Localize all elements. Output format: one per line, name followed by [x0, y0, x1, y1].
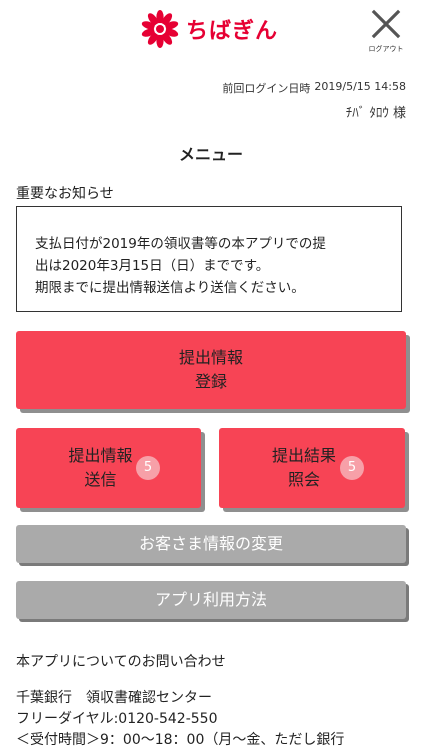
user-name: ﾁﾊﾞ ﾀﾛｳ 様	[345, 106, 406, 121]
logo-text: ちばぎん	[186, 19, 279, 44]
chibagin-logo: ちばぎん	[140, 8, 278, 50]
button-label: お客さま情報の変更	[138, 534, 283, 553]
contact-heading: 本アプリについてのお問い合わせ	[16, 654, 226, 670]
register-submission-button[interactable]: 提出情報 登録	[16, 331, 406, 409]
button-label-line: 登録	[194, 372, 227, 391]
change-customer-info-button[interactable]: お客さま情報の変更	[16, 525, 406, 563]
notice-line: 支払日付が2019年の領収書等の本アプリでの提	[35, 236, 326, 252]
logout-label: ログアウト	[368, 45, 404, 53]
submission-result-button[interactable]: 提出結果 照会 5	[219, 428, 405, 508]
logout-button[interactable]: ログアウト	[364, 8, 408, 54]
result-count-badge: 5	[340, 456, 364, 480]
last-login-label: 前回ログイン日時	[222, 82, 311, 95]
button-label-line: 提出情報	[68, 446, 133, 465]
contact-info: 千葉銀行 領収書確認センター フリーダイヤル:0120-542-550 ＜受付時…	[16, 688, 344, 751]
notice-box: 支払日付が2019年の領収書等の本アプリでの提 出は2020年3月15日（日）ま…	[16, 206, 402, 312]
close-x-icon	[371, 9, 401, 39]
notice-line: 期限までに提出情報送信より送信ください。	[35, 280, 305, 296]
button-label-line: 提出結果	[271, 446, 336, 465]
button-label-line: 送信	[84, 470, 117, 489]
last-login-datetime: 2019/5/15 14:58	[314, 80, 406, 93]
send-submission-button[interactable]: 提出情報 送信 5	[16, 428, 201, 508]
app-header: ちばぎん ログアウト	[0, 0, 422, 60]
pending-count-badge: 5	[136, 456, 160, 480]
contact-line: フリーダイヤル:0120-542-550	[16, 711, 218, 727]
button-label-line: 提出情報	[178, 348, 243, 367]
last-login-info: 前回ログイン日時 2019/5/15 14:58 ﾁﾊﾞ ﾀﾛｳ 様	[222, 80, 406, 121]
notice-heading: 重要なお知らせ	[16, 186, 114, 202]
contact-line: 千葉銀行 領収書確認センター	[16, 690, 212, 706]
button-label: アプリ利用方法	[154, 590, 267, 609]
button-label-line: 照会	[287, 470, 320, 489]
page-title: メニュー	[178, 145, 243, 164]
notice-line: 出は2020年3月15日（日）までです。	[35, 258, 270, 274]
contact-line: ＜受付時間＞9：00〜18：00（月〜金、ただし銀行	[16, 732, 345, 748]
how-to-use-button[interactable]: アプリ利用方法	[16, 581, 406, 619]
chibagin-flower-icon	[141, 10, 179, 48]
